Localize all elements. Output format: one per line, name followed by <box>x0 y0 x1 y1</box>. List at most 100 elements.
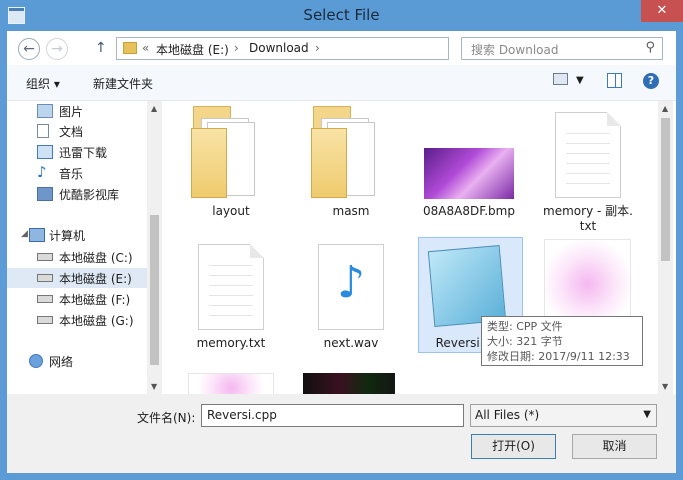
music-icon: ♪ <box>37 163 47 181</box>
back-button[interactable]: ← <box>18 38 40 60</box>
breadcrumb-separator-end[interactable]: › <box>315 41 320 55</box>
file-name: layout <box>212 204 250 218</box>
breadcrumb-chevron[interactable]: « <box>142 41 149 55</box>
breadcrumb-drive[interactable]: 本地磁盘 (E:) <box>156 41 229 58</box>
preview-pane-icon[interactable] <box>607 73 622 88</box>
scroll-up-icon[interactable]: ▲ <box>151 104 157 113</box>
file-name: memory.txt <box>196 336 266 350</box>
file-name: 08A8A8DF.bmp <box>423 204 515 218</box>
sidebar-item-music[interactable]: ♪ 音乐 <box>7 163 149 183</box>
file-tooltip: 类型: CPP 文件 大小: 321 字节 修改日期: 2017/9/11 12… <box>481 316 643 366</box>
organize-menu[interactable]: 组织 ▾ <box>26 75 60 92</box>
search-placeholder: 搜索 Download <box>471 43 559 57</box>
open-button[interactable]: 打开(O) <box>471 434 556 459</box>
tooltip-size: 大小: 321 字节 <box>487 335 563 348</box>
help-icon[interactable]: ? <box>643 73 659 89</box>
close-button[interactable]: ✕ <box>641 0 683 22</box>
folder-icon <box>123 42 137 54</box>
documents-icon <box>37 124 49 138</box>
image-thumbnail <box>424 148 514 199</box>
file-item-memory[interactable]: memory.txt <box>183 236 279 356</box>
tooltip-type: 类型: CPP 文件 <box>487 320 563 333</box>
up-button[interactable]: ↑ <box>95 40 107 56</box>
cancel-button[interactable]: 取消 <box>572 434 657 459</box>
content-scroll-thumb[interactable] <box>661 118 670 261</box>
drive-icon <box>37 295 53 303</box>
new-folder-button[interactable]: 新建文件夹 <box>93 75 153 92</box>
file-name: memory - 副本. txt <box>543 204 633 233</box>
sidebar-item-drive-c[interactable]: 本地磁盘 (C:) <box>7 247 149 267</box>
network-icon <box>29 354 43 368</box>
scroll-up-icon[interactable]: ▲ <box>662 104 668 113</box>
sidebar-item-documents[interactable]: 文档 <box>7 121 149 141</box>
folder-icon <box>191 106 261 198</box>
music-note-icon: ♪ <box>336 257 366 308</box>
file-name: masm <box>332 204 370 218</box>
sidebar-item-label: 本地磁盘 (E:) <box>59 272 132 286</box>
tooltip-modified: 修改日期: 2017/9/11 12:33 <box>487 350 630 363</box>
drive-icon <box>37 316 53 324</box>
sidebar-item-label: 文档 <box>59 125 84 139</box>
sidebar-item-network[interactable]: 网络 <box>7 351 149 371</box>
sidebar-item-label: 图片 <box>59 105 84 119</box>
audio-file-icon: ♪ <box>318 244 384 330</box>
file-name: next.wav <box>323 336 379 350</box>
sidebar-item-drive-g[interactable]: 本地磁盘 (G:) <box>7 310 149 330</box>
file-type-select[interactable]: All Files (*) ▼ <box>470 404 657 427</box>
file-item-memory-copy[interactable]: memory - 副本. txt <box>540 101 636 235</box>
sidebar-item-drive-e[interactable]: 本地磁盘 (E:) <box>7 268 149 288</box>
expand-icon[interactable]: ◢ <box>21 229 28 239</box>
toolbar: 组织 ▾ 新建文件夹 ▼ ? <box>7 65 676 101</box>
file-item-layout[interactable]: layout <box>183 101 279 231</box>
content-scrollbar[interactable]: ▲ ▼ <box>658 101 673 394</box>
breadcrumb-folder[interactable]: Download <box>249 41 309 55</box>
folder-icon <box>311 106 381 198</box>
sidebar-item-label: 本地磁盘 (F:) <box>59 293 131 307</box>
sidebar-item-label: 本地磁盘 (G:) <box>59 314 134 328</box>
computer-icon <box>29 228 45 242</box>
file-item-image-dark[interactable] <box>303 371 399 394</box>
nav-scroll-thumb[interactable] <box>150 215 159 365</box>
file-item-wav[interactable]: ♪ next.wav <box>303 236 399 356</box>
sidebar-item-label: 音乐 <box>59 167 84 181</box>
sidebar-item-computer[interactable]: ◢ 计算机 <box>7 225 149 245</box>
nav-scrollbar[interactable]: ▲ ▼ <box>147 101 162 394</box>
filename-label: 文件名(N): <box>137 411 196 425</box>
download-icon <box>37 145 53 159</box>
address-bar[interactable]: « 本地磁盘 (E:) › Download › ▼ ↻ <box>116 37 546 60</box>
sidebar-item-youku[interactable]: 优酷影视库 <box>7 184 149 204</box>
filename-input[interactable]: Reversi.cpp <box>201 404 464 427</box>
sidebar-item-label: 计算机 <box>49 229 86 243</box>
file-item-masm[interactable]: masm <box>303 101 399 231</box>
text-file-icon <box>555 112 621 198</box>
forward-button[interactable]: → <box>46 38 68 60</box>
text-file-icon <box>198 244 264 330</box>
title-bar: Select File ✕ <box>0 0 683 31</box>
sidebar-item-pictures[interactable]: 图片 <box>7 101 149 121</box>
dialog-footer: 文件名(N): Reversi.cpp All Files (*) ▼ 打开(O… <box>7 394 676 473</box>
cpp-file-icon <box>427 245 507 327</box>
view-dropdown-icon[interactable]: ▼ <box>576 75 584 86</box>
search-icon[interactable]: ⚲ <box>645 40 655 55</box>
sidebar-item-label: 优酷影视库 <box>59 188 120 202</box>
view-icon[interactable] <box>553 73 568 85</box>
sidebar-item-label: 网络 <box>49 355 74 369</box>
scroll-down-icon[interactable]: ▼ <box>662 382 668 391</box>
drive-icon <box>37 274 53 282</box>
chevron-down-icon: ▼ <box>643 409 651 420</box>
window-title: Select File <box>303 6 380 24</box>
image-thumbnail <box>188 373 274 394</box>
address-row: ← → ↑ « 本地磁盘 (E:) › Download › ▼ ↻ 搜索 Do… <box>7 31 676 65</box>
sidebar-item-label: 迅雷下载 <box>59 146 108 160</box>
file-item-bmp[interactable]: 08A8A8DF.bmp <box>417 101 521 231</box>
file-type-value: All Files (*) <box>475 408 540 422</box>
file-item-image-partial[interactable] <box>183 371 279 394</box>
sidebar-item-xunlei-download[interactable]: 迅雷下载 <box>7 142 149 162</box>
sidebar-item-label: 本地磁盘 (C:) <box>59 251 133 265</box>
pictures-icon <box>37 104 53 118</box>
sidebar-item-drive-f[interactable]: 本地磁盘 (F:) <box>7 289 149 309</box>
navigation-pane: 图片 文档 迅雷下载 ♪ 音乐 优酷影视库 ◢ 计算机 本地磁盘 (C:) 本地… <box>7 101 149 394</box>
scroll-down-icon[interactable]: ▼ <box>151 382 157 391</box>
breadcrumb-separator[interactable]: › <box>234 41 239 55</box>
search-input[interactable]: 搜索 Download ⚲ <box>461 37 663 60</box>
